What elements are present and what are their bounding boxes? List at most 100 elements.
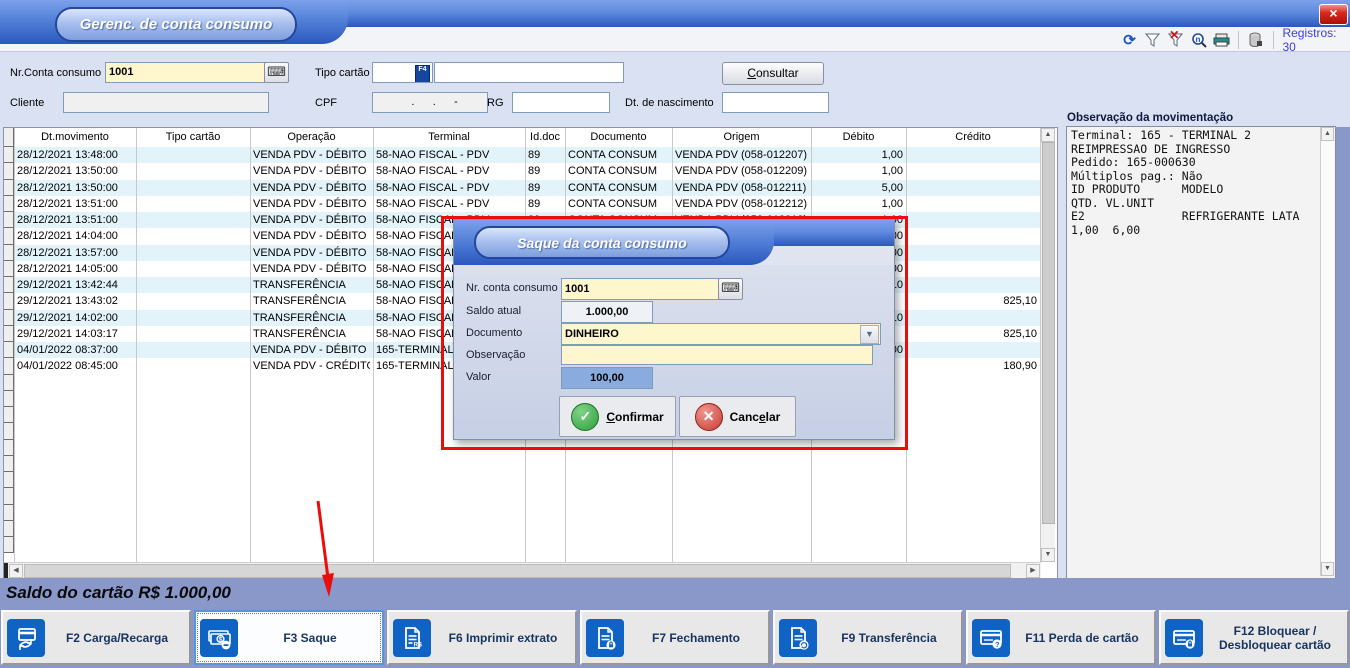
dialog-title: Saque da conta consumo [517, 235, 687, 251]
cell-tipo [139, 147, 247, 163]
cliente-input[interactable] [63, 92, 269, 113]
column-header-term[interactable]: Terminal [373, 128, 525, 148]
gutter-cell [4, 521, 14, 537]
tipo-cartao-code-input[interactable]: F4 [372, 62, 433, 83]
f9-transferencia-button[interactable]: F9 Transferência [773, 610, 963, 665]
observacao-panel-label: Observação da movimentação [1067, 112, 1233, 124]
dialog-keyboard-icon[interactable]: ⌨ [718, 278, 743, 300]
consultar-label-rest: onsultar [756, 66, 799, 80]
table-row[interactable]: 28/12/2021 13:50:00VENDA PDV - DÉBITO58-… [14, 180, 1041, 196]
cell-tipo [139, 163, 247, 179]
column-header-origem[interactable]: Origem [672, 128, 811, 148]
dialog-valor-input[interactable]: 100,00 [561, 367, 653, 389]
f12-bloquear-button[interactable]: F12 Bloquear / Desbloquear cartão [1159, 610, 1349, 665]
scroll-left-icon[interactable]: ◀ [9, 564, 23, 578]
cell-term: 58-NAO FISCAL - PDV [376, 196, 522, 212]
column-header-doc[interactable]: Documento [565, 128, 672, 148]
close-button[interactable]: × [1319, 4, 1348, 25]
column-header-debito[interactable]: Débito [811, 128, 906, 148]
cell-credito [909, 228, 1037, 244]
cell-credito [909, 277, 1037, 293]
dialog-observacao-input[interactable] [561, 345, 873, 365]
vscroll-thumb[interactable] [1042, 142, 1055, 524]
dialog-documento-select[interactable]: DINHEIRO ▼ [561, 323, 881, 345]
column-separator [14, 128, 15, 562]
scroll-down-icon[interactable]: ▼ [1321, 562, 1334, 576]
consultar-button[interactable]: Consultar [722, 62, 824, 85]
dialog-documento-label: Documento [466, 327, 522, 339]
observacao-textarea[interactable]: Terminal: 165 - TERMINAL 2 REIMPRESSAO D… [1066, 126, 1336, 579]
cell-dt: 29/12/2021 13:42:44 [17, 277, 133, 293]
table-row[interactable]: 28/12/2021 13:51:00VENDA PDV - DÉBITO58-… [14, 196, 1041, 212]
table-row[interactable]: 28/12/2021 13:48:00VENDA PDV - DÉBITO58-… [14, 147, 1041, 163]
gutter-cell [4, 505, 14, 521]
table-vscrollbar[interactable]: ▲▼ [1041, 128, 1055, 562]
scroll-up-icon[interactable]: ▲ [1041, 128, 1055, 142]
cell-debito: 5,00 [814, 180, 903, 196]
cpf-input[interactable]: . . - [372, 92, 488, 113]
table-row[interactable]: 28/12/2021 13:50:00VENDA PDV - DÉBITO58-… [14, 163, 1041, 179]
obs-scrollbar[interactable]: ▲ ▼ [1320, 127, 1334, 576]
gutter-cell [4, 245, 14, 261]
cell-dt: 04/01/2022 08:37:00 [17, 342, 133, 358]
column-header-credito[interactable]: Crédito [906, 128, 1040, 148]
print-icon[interactable] [1212, 30, 1231, 50]
dialog-saldo-label: Saldo atual [466, 305, 521, 317]
svg-text:n: n [1195, 35, 1200, 44]
cell-tipo [139, 358, 247, 374]
column-header-oper[interactable]: Operação [250, 128, 373, 148]
f4-lookup-icon[interactable]: F4 [415, 65, 430, 83]
cell-credito [909, 163, 1037, 179]
table-hscrollbar[interactable]: ◀▶ [4, 562, 1041, 578]
cell-debito: 1,00 [814, 163, 903, 179]
export-data-icon[interactable] [1246, 30, 1265, 50]
cell-credito [909, 310, 1037, 326]
cell-tipo [139, 293, 247, 309]
observacao-text: Terminal: 165 - TERMINAL 2 REIMPRESSAO D… [1067, 127, 1335, 239]
filter-icon[interactable] [1143, 30, 1162, 50]
f2-carga-recarga-button[interactable]: F2 Carga/Recarga [1, 610, 191, 665]
column-separator [250, 128, 251, 562]
cell-tipo [139, 261, 247, 277]
money-minus-icon: $ [200, 619, 238, 657]
cell-tipo [139, 326, 247, 342]
column-header-tipo[interactable]: Tipo cartão [136, 128, 250, 148]
scroll-down-icon[interactable]: ▼ [1041, 548, 1055, 562]
f6-imprimir-extrato-button[interactable]: R$ F6 Imprimir extrato [387, 610, 577, 665]
gutter-cell [4, 277, 14, 293]
cell-oper: VENDA PDV - DÉBITO [253, 147, 370, 163]
cell-term: 58-NAO FISCAL - PDV [376, 163, 522, 179]
cancelar-button[interactable]: ✕ Cancelar [679, 396, 796, 437]
cell-oper: VENDA PDV - DÉBITO [253, 342, 370, 358]
toolbar: ⟳ ✕ n Registros: 30 [1118, 29, 1350, 50]
confirmar-button[interactable]: ✓ Confirmar [559, 396, 676, 437]
f11-perda-cartao-button[interactable]: ? F11 Perda de cartão [966, 610, 1156, 665]
chevron-down-icon[interactable]: ▼ [860, 325, 879, 344]
refresh-icon[interactable]: ⟳ [1120, 30, 1139, 50]
scroll-right-icon[interactable]: ▶ [1026, 564, 1040, 578]
tipo-cartao-desc-input[interactable] [434, 62, 624, 83]
cell-oper: VENDA PDV - DÉBITO [253, 163, 370, 179]
search-icon[interactable]: n [1189, 30, 1208, 50]
dt-nascimento-input[interactable] [722, 92, 829, 113]
cell-tipo [139, 212, 247, 228]
cell-doc: CONTA CONSUM [568, 180, 669, 196]
clear-filter-icon[interactable]: ✕ [1166, 30, 1185, 50]
keyboard-icon[interactable]: ⌨ [264, 62, 289, 83]
column-separator [906, 128, 907, 562]
cell-oper: VENDA PDV - DÉBITO [253, 261, 370, 277]
cell-origem: VENDA PDV (058-012211) [675, 180, 808, 196]
cell-tipo [139, 228, 247, 244]
gutter-cell [4, 375, 14, 391]
f3-saque-button[interactable]: $ F3 Saque [194, 610, 384, 665]
f7-fechamento-button[interactable]: F7 Fechamento [580, 610, 770, 665]
scroll-up-icon[interactable]: ▲ [1321, 127, 1334, 141]
column-header-dt[interactable]: Dt.movimento [14, 128, 136, 148]
dialog-nr-conta-input[interactable]: 1001 [561, 278, 720, 300]
svg-text:?: ? [995, 640, 1000, 649]
hscroll-thumb[interactable] [24, 564, 1011, 578]
rg-input[interactable] [512, 92, 610, 113]
column-header-iddoc[interactable]: Id.doc [525, 128, 565, 148]
nr-conta-input[interactable]: 1001 [105, 62, 265, 83]
cell-dt: 04/01/2022 08:45:00 [17, 358, 133, 374]
